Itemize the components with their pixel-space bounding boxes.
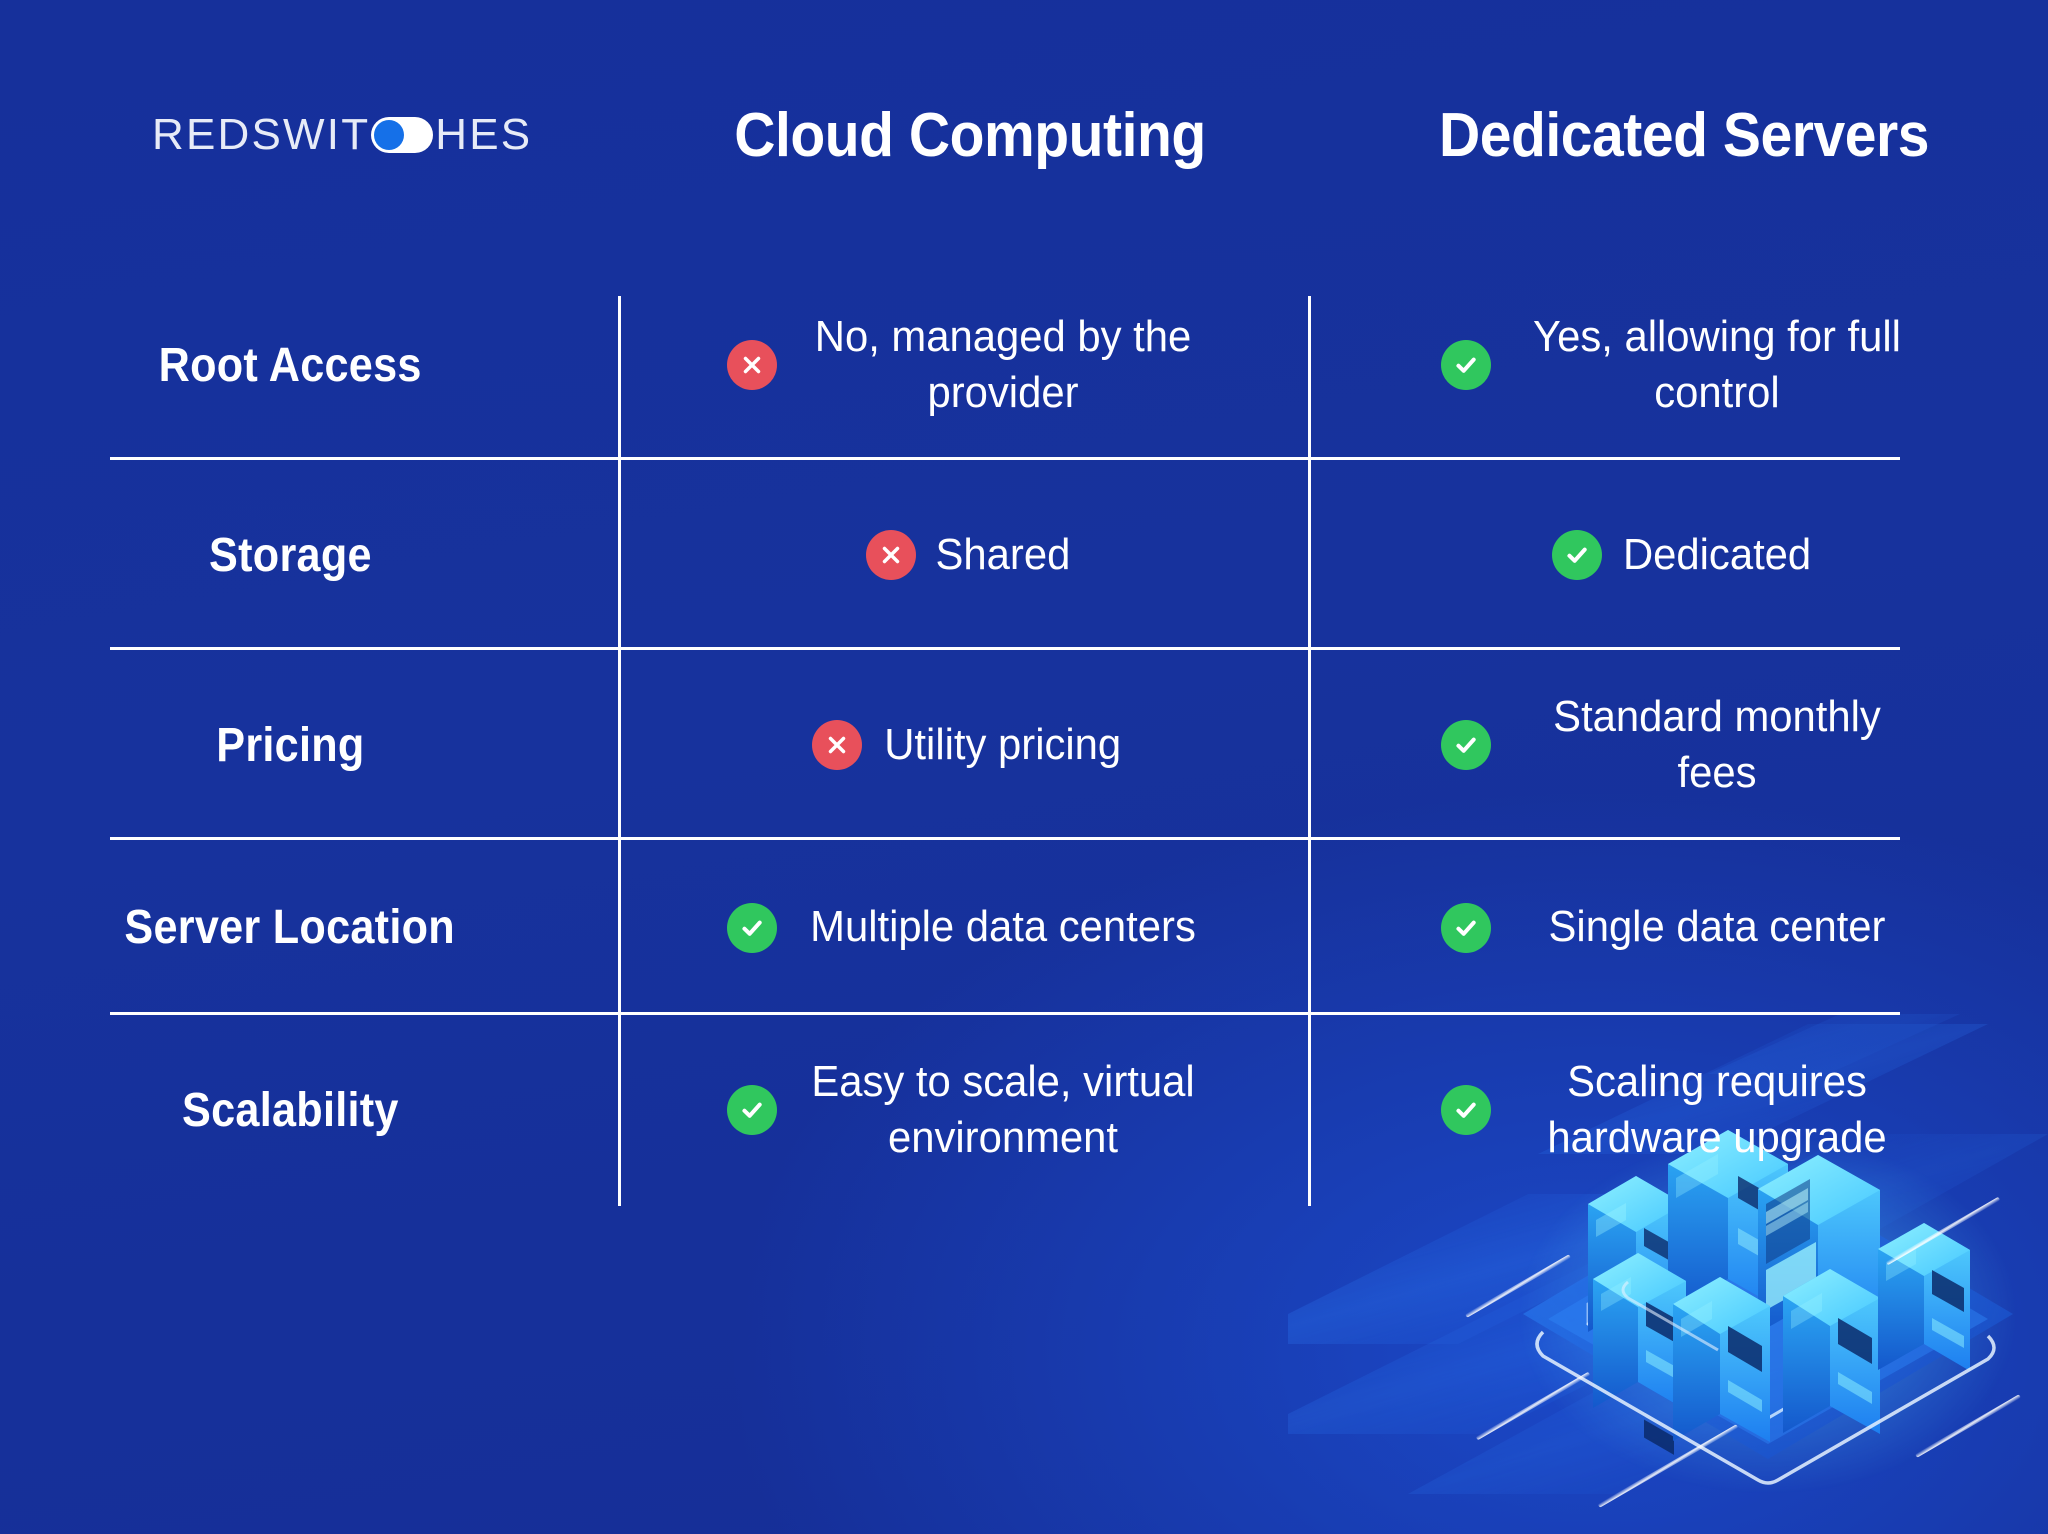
column-header-dedicated-servers: Dedicated Servers bbox=[1439, 100, 1929, 170]
cloud-value-cell: Utility pricing bbox=[620, 650, 1320, 840]
check-circle-icon bbox=[727, 902, 777, 953]
table-header-row: REDSWIT HES Cloud Computing Dedicated Se… bbox=[0, 0, 2048, 270]
comparison-infographic: REDSWIT HES Cloud Computing Dedicated Se… bbox=[0, 0, 2048, 1534]
cloud-value-cell: Shared bbox=[620, 460, 1320, 650]
dedicated-value-cell: Scaling requires hardware upgrade bbox=[1320, 1015, 2048, 1205]
dedicated-value-text: Yes, allowing for full control bbox=[1533, 311, 1901, 417]
row-divider bbox=[110, 837, 1900, 840]
check-circle-icon bbox=[727, 1085, 777, 1135]
dedicated-value-text: Scaling requires hardware upgrade bbox=[1547, 1056, 1887, 1162]
check-circle-icon bbox=[1441, 340, 1491, 390]
dedicated-value-cell: Yes, allowing for full control bbox=[1320, 270, 2048, 460]
comparison-table: Root Access No, managed by the provider bbox=[0, 270, 2048, 1206]
cloud-value-cell: No, managed by the provider bbox=[620, 270, 1320, 460]
logo-text-right: HES bbox=[435, 110, 533, 159]
row-label-cell: Storage bbox=[0, 460, 620, 650]
cross-circle-icon bbox=[812, 720, 863, 770]
feature-label: Scalability bbox=[181, 1083, 399, 1137]
cloud-value-text: Utility pricing bbox=[884, 719, 1122, 769]
cloud-value-text: Easy to scale, virtual environment bbox=[811, 1056, 1195, 1162]
table-row: Scalability Easy to scale, virtual envir… bbox=[0, 1015, 2048, 1205]
column-header-cloud-computing: Cloud Computing bbox=[734, 100, 1206, 170]
feature-label: Pricing bbox=[215, 718, 365, 772]
row-divider bbox=[110, 647, 1900, 650]
feature-label: Root Access bbox=[158, 338, 422, 392]
dedicated-value-text: Single data center bbox=[1548, 902, 1886, 952]
cloud-value-text: No, managed by the provider bbox=[814, 311, 1192, 417]
row-label-cell: Server Location bbox=[0, 840, 620, 1015]
cross-circle-icon bbox=[727, 340, 777, 390]
check-circle-icon bbox=[1551, 530, 1602, 580]
table-row: Storage Shared Dedicated bbox=[0, 460, 2048, 650]
row-divider bbox=[110, 1012, 1900, 1015]
logo-text-left: REDSWIT bbox=[152, 110, 371, 159]
dedicated-value-text: Dedicated bbox=[1622, 529, 1812, 579]
feature-label: Storage bbox=[208, 528, 372, 582]
table-row: Server Location Multiple data centers Si… bbox=[0, 840, 2048, 1015]
row-label-cell: Root Access bbox=[0, 270, 620, 460]
cloud-value-cell: Multiple data centers bbox=[620, 840, 1320, 1015]
row-label-cell: Pricing bbox=[0, 650, 620, 840]
dedicated-value-cell: Dedicated bbox=[1320, 460, 2048, 650]
table-row: Root Access No, managed by the provider bbox=[0, 270, 2048, 460]
dedicated-value-text: Standard monthly fees bbox=[1553, 691, 1881, 797]
row-label-cell: Scalability bbox=[0, 1015, 620, 1205]
vertical-divider-left bbox=[618, 296, 621, 1206]
dedicated-value-cell: Single data center bbox=[1320, 840, 2048, 1015]
check-circle-icon bbox=[1441, 720, 1491, 770]
cloud-value-cell: Easy to scale, virtual environment bbox=[620, 1015, 1320, 1205]
check-circle-icon bbox=[1441, 1085, 1491, 1135]
dedicated-value-cell: Standard monthly fees bbox=[1320, 650, 2048, 840]
row-divider bbox=[110, 457, 1900, 460]
toggle-switch-icon bbox=[371, 117, 434, 153]
cross-circle-icon bbox=[866, 530, 917, 580]
table-row: Pricing Utility pricing Standard monthly… bbox=[0, 650, 2048, 840]
brand-logo[interactable]: REDSWIT HES bbox=[0, 0, 620, 270]
cloud-value-text: Shared bbox=[935, 529, 1071, 579]
cloud-value-text: Multiple data centers bbox=[810, 902, 1196, 952]
vertical-divider-right bbox=[1308, 296, 1311, 1206]
check-circle-icon bbox=[1441, 902, 1491, 953]
feature-label: Server Location bbox=[124, 901, 456, 954]
